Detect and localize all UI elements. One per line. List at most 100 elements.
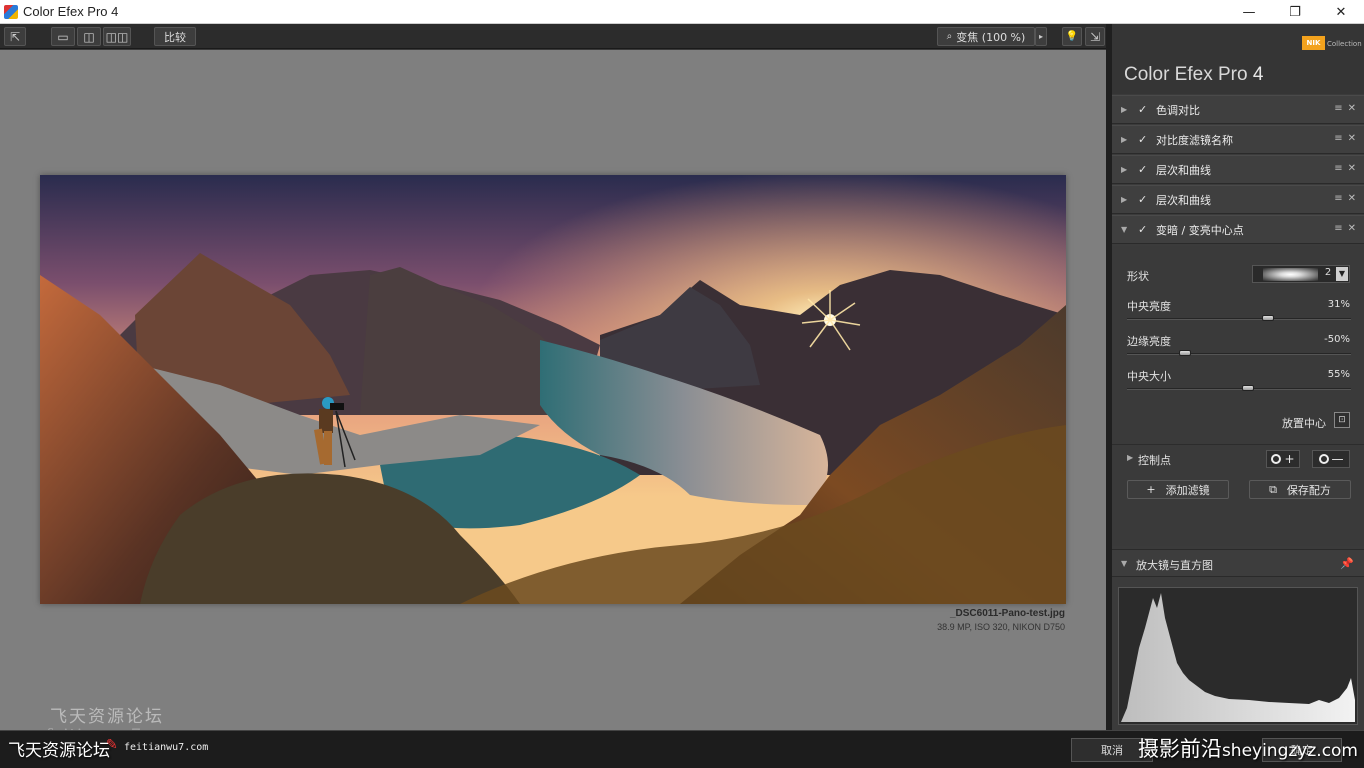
filter-menu-icon[interactable]: ≡	[1334, 163, 1342, 174]
slider-value-center-size: 55%	[1327, 369, 1350, 380]
filter-row-levels-curves-2[interactable]: ▶ ✓ 层次和曲线 ≡ ✕	[1112, 185, 1364, 214]
slider-center-brightness[interactable]	[1127, 315, 1351, 321]
expand-arrow-icon[interactable]: ▶	[1127, 453, 1133, 462]
filter-menu-icon[interactable]: ≡	[1334, 193, 1342, 204]
watermark-right: 摄影前沿sheyingzyz.com	[1138, 733, 1358, 763]
histogram-graph	[1121, 593, 1355, 722]
loupe-histogram-row[interactable]: ▼ 放大镜与直方图 📌	[1112, 549, 1364, 577]
side-by-side-icon: ◫◫	[105, 29, 129, 44]
collapse-arrow-icon[interactable]: ▼	[1121, 559, 1127, 568]
filter-remove-icon[interactable]: ✕	[1348, 133, 1356, 144]
window-controls: — ❐ ✕	[1226, 0, 1364, 24]
add-filter-label: 添加滤镜	[1165, 483, 1210, 497]
watermark-right-url: sheyingzyz.com	[1221, 741, 1358, 761]
add-control-point-button[interactable]: +	[1266, 450, 1300, 468]
chevron-right-icon: ▸	[1038, 32, 1043, 41]
view-side-by-side-button[interactable]: ◫◫	[103, 27, 131, 46]
zoom-dropdown[interactable]: ⌕ 变焦 (100 %)	[937, 27, 1035, 46]
export-button[interactable]: ⇲	[1085, 27, 1105, 46]
filter-checkbox[interactable]: ✓	[1138, 163, 1150, 176]
filter-remove-icon[interactable]: ✕	[1348, 163, 1356, 174]
control-points-row: ▶ 控制点 + —	[1112, 444, 1364, 472]
expand-arrow-icon[interactable]: ▶	[1121, 165, 1131, 174]
view-single-button[interactable]: ▭	[51, 27, 75, 46]
control-point-icon	[1318, 454, 1329, 464]
plus-icon: +	[1146, 483, 1156, 496]
collapse-arrow-icon[interactable]: ▼	[1121, 225, 1131, 234]
remove-control-point-button[interactable]: —	[1312, 450, 1350, 468]
pin-icon[interactable]: 📌	[1340, 557, 1354, 570]
recipe-icon: ⧉	[1269, 482, 1277, 496]
slider-value-center-brightness: 31%	[1327, 299, 1350, 310]
slider-label-center-size: 中央大小	[1127, 370, 1171, 383]
place-center-label[interactable]: 放置中心	[1282, 415, 1326, 431]
zoom-arrow-button[interactable]: ▸	[1035, 27, 1047, 46]
view-split-button[interactable]: ◫	[77, 27, 101, 46]
control-points-label: 控制点	[1138, 454, 1171, 467]
restore-button[interactable]: ❐	[1272, 0, 1318, 24]
expand-arrow-icon[interactable]: ▶	[1121, 195, 1131, 204]
filter-checkbox[interactable]: ✓	[1138, 103, 1150, 116]
slider-thumb[interactable]	[1262, 315, 1275, 321]
histogram	[1118, 587, 1358, 725]
slider-thumb[interactable]	[1241, 385, 1254, 391]
expand-arrow-icon[interactable]: ▶	[1121, 105, 1131, 114]
watermark-right-text: 摄影前沿	[1137, 737, 1222, 761]
shape-value: 2	[1324, 267, 1332, 278]
watermark-brush-icon: ✎	[106, 737, 118, 753]
preview-toggle-button[interactable]: 💡	[1062, 27, 1082, 46]
filter-name: 变暗 / 变亮中心点	[1156, 223, 1244, 237]
filter-name: 层次和曲线	[1156, 163, 1211, 177]
slider-edge-brightness[interactable]	[1127, 350, 1351, 356]
compare-button[interactable]: 比较	[154, 27, 196, 46]
minus-icon: —	[1331, 452, 1344, 466]
preview-photo[interactable]	[40, 175, 1066, 604]
nik-logo: NIK	[1302, 36, 1325, 50]
plus-icon: +	[1284, 452, 1295, 466]
watermark-left-text: 飞天资源论坛	[8, 741, 110, 761]
minimize-button[interactable]: —	[1226, 0, 1272, 24]
close-button[interactable]: ✕	[1318, 0, 1364, 24]
single-view-icon: ▭	[57, 29, 69, 44]
slider-center-size[interactable]	[1127, 385, 1351, 391]
filter-remove-icon[interactable]: ✕	[1348, 223, 1356, 234]
loupe-histogram-label: 放大镜与直方图	[1136, 559, 1213, 572]
exit-icon: ⇱	[9, 29, 21, 44]
filter-menu-icon[interactable]: ≡	[1334, 133, 1342, 144]
slider-value-edge-brightness: -50%	[1324, 334, 1350, 345]
expand-arrow-icon[interactable]: ▶	[1121, 135, 1131, 144]
filter-name: 色调对比	[1156, 103, 1200, 117]
split-view-icon: ◫	[83, 29, 95, 44]
filter-row-darken-lighten-center[interactable]: ▼ ✓ 变暗 / 变亮中心点 ≡ ✕	[1112, 215, 1364, 244]
landscape-photo	[40, 175, 1066, 604]
filter-row-levels-curves-1[interactable]: ▶ ✓ 层次和曲线 ≡ ✕	[1112, 155, 1364, 184]
filter-checkbox[interactable]: ✓	[1138, 193, 1150, 206]
export-icon: ⇲	[1089, 29, 1101, 44]
filter-row-contrast-filter[interactable]: ▶ ✓ 对比度滤镜名称 ≡ ✕	[1112, 125, 1364, 154]
slider-label-edge-brightness: 边缘亮度	[1127, 335, 1171, 348]
filter-menu-icon[interactable]: ≡	[1334, 223, 1342, 234]
filter-controls: 形状 2 ▼ 中央亮度 31% 边缘亮度 -50% 中央大小 55% 放置中心 …	[1112, 246, 1364, 546]
dropdown-arrow-icon[interactable]: ▼	[1336, 267, 1348, 281]
place-center-icon[interactable]: ⊡	[1334, 412, 1350, 428]
status-bar: 飞天资源论坛 ✎ feitianwu7.com 取消 确定 摄影前沿sheyin…	[0, 730, 1364, 768]
slider-thumb[interactable]	[1179, 350, 1192, 356]
filter-remove-icon[interactable]: ✕	[1348, 103, 1356, 114]
control-point-icon	[1271, 454, 1282, 464]
top-toolbar: ⇱ ▭ ◫ ◫◫ 比较 ⌕ 变焦 (100 %) ▸ 💡 ⇲	[0, 24, 1108, 49]
shape-preview	[1263, 268, 1318, 281]
shape-selector[interactable]: 2 ▼	[1252, 265, 1350, 283]
filter-remove-icon[interactable]: ✕	[1348, 193, 1356, 204]
filter-checkbox[interactable]: ✓	[1138, 223, 1150, 236]
slider-label-center-brightness: 中央亮度	[1127, 300, 1171, 313]
filter-row-tonal-contrast[interactable]: ▶ ✓ 色调对比 ≡ ✕	[1112, 95, 1364, 124]
preview-canvas[interactable]: _DSC6011-Pano-test.jpg 38.9 MP, ISO 320,…	[0, 50, 1106, 744]
save-recipe-button[interactable]: ⧉ 保存配方	[1249, 480, 1351, 499]
add-filter-button[interactable]: + 添加滤镜	[1127, 480, 1229, 499]
filter-checkbox[interactable]: ✓	[1138, 133, 1150, 146]
exit-button[interactable]: ⇱	[4, 27, 26, 46]
app-logo-icon	[4, 4, 18, 19]
save-recipe-label: 保存配方	[1286, 483, 1331, 497]
filter-menu-icon[interactable]: ≡	[1334, 103, 1342, 114]
filter-name: 层次和曲线	[1156, 193, 1211, 207]
